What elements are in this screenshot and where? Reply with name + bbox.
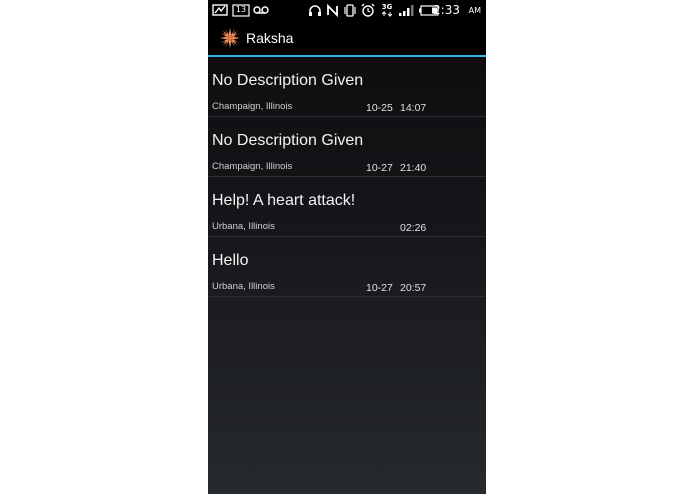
list-item[interactable]: No Description Given Champaign, Illinois… [208, 57, 486, 117]
network-type-label: 3G [381, 3, 393, 11]
nfc-icon [326, 3, 339, 17]
voicemail-icon [253, 3, 269, 17]
phone-screen: 13 3G 2:33 AM Raksha No Description Give… [208, 0, 486, 494]
alert-location: Urbana, Illinois [212, 221, 275, 232]
alert-time: 02:26 [400, 222, 427, 234]
alert-time: 20:57 [400, 282, 427, 294]
status-clock: 2:33 [433, 3, 460, 17]
alert-title: No Description Given [212, 132, 364, 149]
alert-title: No Description Given [212, 72, 364, 89]
alert-location: Urbana, Illinois [212, 281, 275, 292]
sun-flower-icon[interactable] [220, 28, 240, 48]
alert-title: Hello [212, 252, 249, 269]
alert-date: 10-27 [366, 162, 393, 174]
alert-title: Help! A heart attack! [212, 192, 356, 209]
alert-time: 14:07 [400, 102, 427, 114]
action-bar: Raksha [208, 20, 486, 57]
list-item[interactable]: Help! A heart attack! Urbana, Illinois 0… [208, 177, 486, 237]
alarm-icon [361, 3, 375, 17]
alert-date: 10-27 [366, 282, 393, 294]
alert-location: Champaign, Illinois [212, 101, 293, 112]
alert-date: 10-25 [366, 102, 393, 114]
alert-list: No Description Given Champaign, Illinois… [208, 57, 486, 297]
list-item[interactable]: Hello Urbana, Illinois 10-27 20:57 [208, 237, 486, 297]
notification-count: 13 [235, 5, 247, 14]
network-3g-icon: 3G [380, 3, 394, 17]
status-ampm: AM [468, 6, 481, 15]
alert-location: Champaign, Illinois [212, 161, 293, 172]
status-bar: 13 3G 2:33 AM [208, 0, 486, 20]
notification-count-icon: 13 [232, 3, 250, 17]
list-item[interactable]: No Description Given Champaign, Illinois… [208, 117, 486, 177]
signal-icon [398, 3, 414, 17]
headphones-icon [308, 3, 322, 17]
mail-icon [212, 3, 228, 17]
alert-time: 21:40 [400, 162, 427, 174]
vibrate-icon [343, 3, 357, 17]
app-title: Raksha [246, 30, 294, 46]
